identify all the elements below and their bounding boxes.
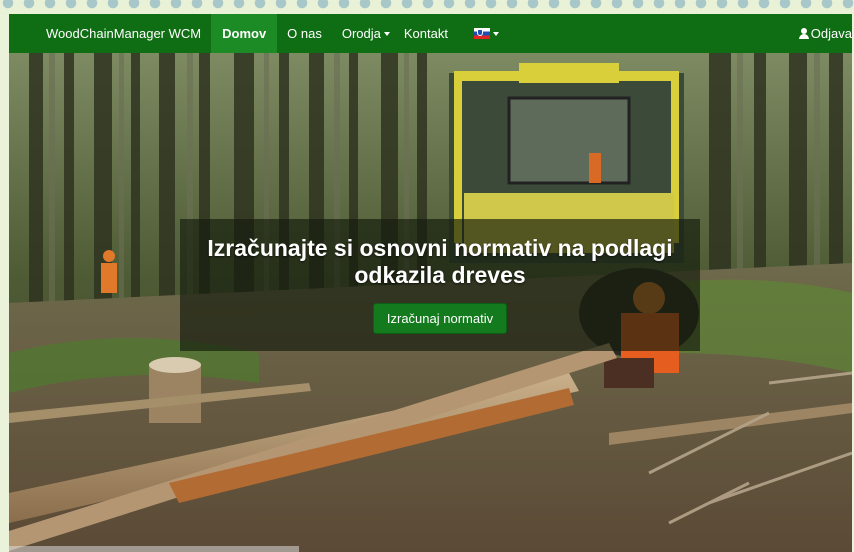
- logout-link[interactable]: Odjava: [798, 26, 852, 41]
- chevron-down-icon: [492, 31, 499, 36]
- language-dropdown[interactable]: [458, 14, 509, 53]
- hero-title: Izračunajte si osnovni normativ na podla…: [207, 235, 673, 288]
- brand-link[interactable]: WoodChainManager WCM: [46, 26, 201, 41]
- nav-item-domov[interactable]: Domov: [211, 14, 278, 53]
- chevron-down-icon: [383, 31, 390, 36]
- nav-item-o-nas[interactable]: O nas: [277, 14, 332, 53]
- logout-label: Odjava: [810, 26, 852, 41]
- top-navbar: WoodChainManager WCM Domov O nas Orodja …: [9, 14, 852, 53]
- nav-item-kontakt[interactable]: Kontakt: [394, 14, 458, 53]
- user-icon: [798, 28, 809, 39]
- hero-caption-panel: Izračunajte si osnovni normativ na podla…: [180, 219, 700, 351]
- decorative-dotted-border: [0, 0, 854, 14]
- browser-viewport: WoodChainManager WCM Domov O nas Orodja …: [9, 14, 852, 552]
- calculate-norm-button[interactable]: Izračunaj normativ: [372, 303, 508, 334]
- nav-item-orodja[interactable]: Orodja: [332, 14, 394, 53]
- slovenia-flag-icon: [473, 28, 490, 39]
- browser-status-bar: [9, 546, 299, 552]
- nav-item-orodja-label: Orodja: [341, 26, 381, 41]
